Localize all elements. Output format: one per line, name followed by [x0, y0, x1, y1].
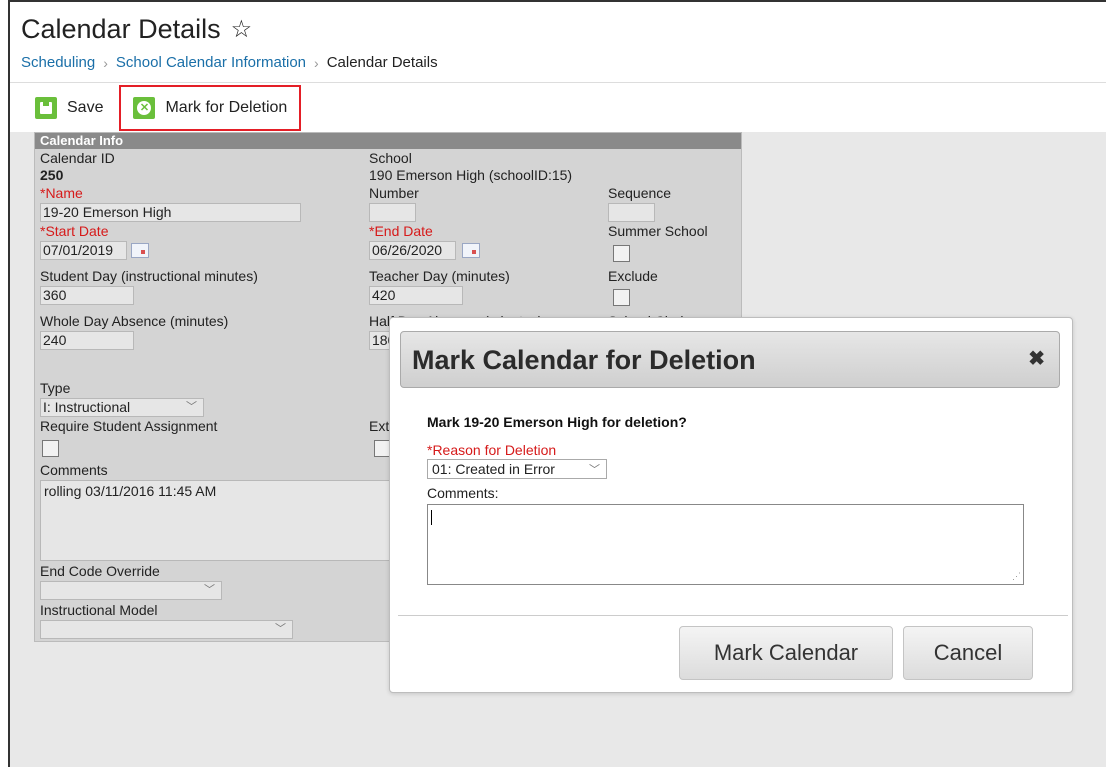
- deletion-question: Mark 19-20 Emerson High for deletion?: [427, 414, 687, 430]
- toolbar-divider: [10, 82, 1106, 83]
- breadcrumb-calendar-details: Calendar Details: [326, 54, 438, 71]
- chevron-down-icon: ﹀: [186, 401, 197, 413]
- instructional-model-label: Instructional Model: [40, 602, 158, 618]
- dialog-divider: [398, 615, 1068, 616]
- student-day-field[interactable]: 360: [40, 286, 134, 305]
- calendar-id-label: Calendar ID: [40, 150, 115, 166]
- type-label: Type: [40, 380, 71, 396]
- save-label: Save: [67, 99, 104, 116]
- breadcrumb: Scheduling › School Calendar Information…: [21, 54, 438, 71]
- start-date-field[interactable]: 07/01/2019: [40, 241, 127, 260]
- close-icon[interactable]: ✖: [1028, 349, 1045, 369]
- page-title: Calendar Details ☆: [21, 14, 252, 45]
- resize-grip-icon[interactable]: ⋰: [1012, 571, 1021, 582]
- breadcrumb-scheduling[interactable]: Scheduling: [21, 54, 95, 71]
- chevron-down-icon: ﹀: [204, 584, 215, 596]
- require-student-checkbox[interactable]: [42, 440, 59, 457]
- chevron-down-icon: ﹀: [589, 464, 600, 476]
- instructional-model-select[interactable]: ﹀: [40, 620, 293, 639]
- breadcrumb-school-calendar-information[interactable]: School Calendar Information: [116, 54, 306, 71]
- mark-for-deletion-highlight: ✕ Mark for Deletion: [119, 85, 302, 131]
- exclude-checkbox[interactable]: [613, 289, 630, 306]
- reason-for-deletion-value: 01: Created in Error: [432, 461, 555, 477]
- star-icon[interactable]: ☆: [231, 17, 253, 42]
- sequence-field[interactable]: [608, 203, 655, 222]
- chevron-down-icon: ﹀: [275, 623, 286, 635]
- calendar-id-value: 250: [40, 167, 64, 183]
- school-value: 190 Emerson High (schoolID:15): [369, 167, 573, 183]
- start-date-label: *Start Date: [40, 223, 109, 239]
- cancel-button[interactable]: Cancel: [903, 626, 1033, 680]
- end-code-override-select[interactable]: ﹀: [40, 581, 222, 600]
- summer-school-checkbox[interactable]: [613, 245, 630, 262]
- student-day-label: Student Day (instructional minutes): [40, 268, 258, 284]
- mark-for-deletion-label: Mark for Deletion: [165, 99, 288, 116]
- dialog-title: Mark Calendar for Deletion: [412, 345, 756, 375]
- save-icon: [35, 97, 57, 119]
- number-label: Number: [369, 185, 419, 201]
- name-field[interactable]: 19-20 Emerson High: [40, 203, 301, 222]
- calendar-info-header: Calendar Info: [35, 133, 741, 149]
- delete-circle-icon: ✕: [133, 97, 156, 119]
- calendar-icon[interactable]: [462, 243, 480, 258]
- mark-calendar-button[interactable]: Mark Calendar: [679, 626, 893, 680]
- comments-label: Comments: [40, 462, 108, 478]
- name-label: *Name: [40, 185, 83, 201]
- chevron-right-icon: ›: [103, 54, 108, 71]
- whole-day-absence-field[interactable]: 240: [40, 331, 134, 350]
- text-cursor: [431, 510, 432, 525]
- mark-for-deletion-button[interactable]: ✕ Mark for Deletion: [129, 88, 291, 128]
- dialog-header: Mark Calendar for Deletion ✖: [400, 331, 1060, 388]
- mark-calendar-deletion-dialog: Mark Calendar for Deletion ✖ Mark 19-20 …: [389, 317, 1073, 693]
- type-value: I: Instructional: [43, 399, 131, 415]
- calendar-icon[interactable]: [131, 243, 149, 258]
- sequence-label: Sequence: [608, 185, 672, 201]
- end-code-override-label: End Code Override: [40, 563, 160, 579]
- type-select[interactable]: I: Instructional ﹀: [40, 398, 204, 417]
- whole-day-absence-label: Whole Day Absence (minutes): [40, 313, 229, 329]
- require-student-label: Require Student Assignment: [40, 418, 218, 434]
- chevron-right-icon: ›: [314, 54, 319, 71]
- page-title-text: Calendar Details: [21, 14, 221, 44]
- teacher-day-field[interactable]: 420: [369, 286, 463, 305]
- summer-school-label: Summer School: [608, 223, 708, 239]
- dialog-comments-label: Comments:: [427, 485, 499, 501]
- end-date-field[interactable]: 06/26/2020: [369, 241, 456, 260]
- dialog-comments-textarea[interactable]: ⋰: [427, 504, 1024, 585]
- save-button[interactable]: Save: [25, 88, 113, 128]
- exclude-label: Exclude: [608, 268, 658, 284]
- number-field[interactable]: [369, 203, 416, 222]
- toolbar: Save ✕ Mark for Deletion: [25, 85, 302, 131]
- reason-for-deletion-label: *Reason for Deletion: [427, 442, 557, 458]
- reason-for-deletion-select[interactable]: 01: Created in Error ﹀: [427, 459, 607, 479]
- end-date-label: *End Date: [369, 223, 433, 239]
- school-label: School: [369, 150, 412, 166]
- teacher-day-label: Teacher Day (minutes): [369, 268, 510, 284]
